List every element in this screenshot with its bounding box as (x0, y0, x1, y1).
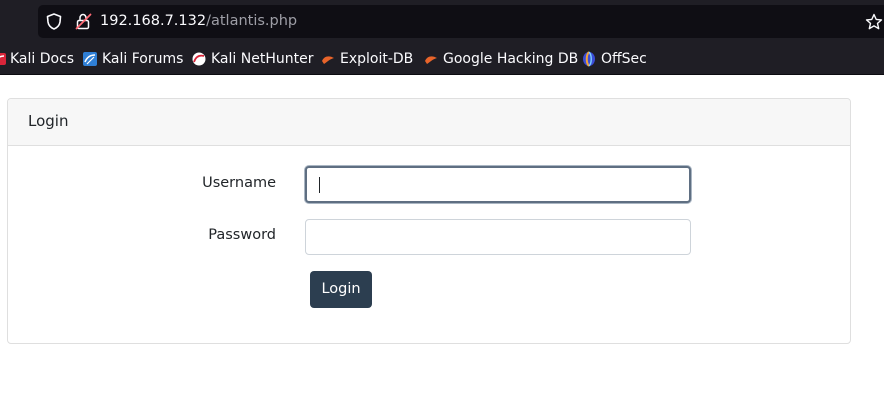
username-label: Username (202, 175, 276, 191)
login-button[interactable]: Login (310, 271, 372, 308)
url-text[interactable]: 192.168.7.132/atlantis.php (100, 5, 297, 38)
password-input[interactable] (305, 219, 691, 255)
username-input[interactable] (305, 166, 691, 203)
shield-icon[interactable] (46, 13, 62, 30)
bookmarks-toolbar: Kali Docs Kali Forums Kali NetHunter Exp… (0, 44, 884, 75)
bookmark-exploit-db[interactable]: Exploit-DB (320, 44, 415, 74)
bookmark-kali-nethunter[interactable]: Kali NetHunter (191, 44, 313, 74)
bookmark-kali-forums[interactable]: Kali Forums (82, 44, 183, 74)
browser-toolbar: 192.168.7.132/atlantis.php (0, 0, 884, 44)
offsec-icon (583, 51, 595, 67)
ghdb-icon (425, 56, 437, 64)
card-title: Login (28, 112, 69, 130)
url-host: 192.168.7.132 (100, 13, 207, 29)
url-path: /atlantis.php (206, 13, 298, 29)
kali-dragon-icon (0, 53, 6, 65)
kali-nethunter-icon (192, 52, 206, 66)
address-bar[interactable]: 192.168.7.132/atlantis.php (38, 5, 884, 38)
password-label: Password (208, 227, 276, 243)
kali-dragon-icon (83, 52, 97, 66)
bookmark-kali-docs[interactable]: Kali Docs (0, 44, 74, 74)
card-header: Login (8, 99, 850, 146)
exploit-db-icon (322, 56, 334, 64)
bookmark-offsec[interactable]: OffSec (581, 44, 651, 74)
bookmark-google-hacking-db[interactable]: Google Hacking DB (423, 44, 578, 74)
insecure-lock-icon[interactable] (75, 13, 92, 30)
bookmark-star-icon[interactable] (865, 13, 883, 31)
text-caret (319, 177, 320, 193)
